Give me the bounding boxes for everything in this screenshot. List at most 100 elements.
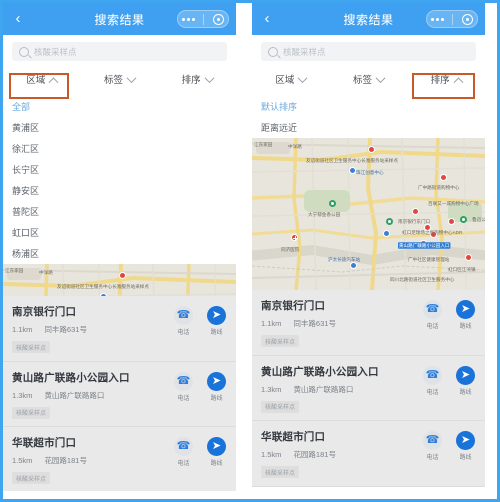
left-screenshot: ‹ 搜索结果 核酸采样点 区域 标签 排序 全部 黄浦区 徐汇区 长宁区 静安区… [3,3,236,491]
filter-area[interactable]: 区域 [252,66,330,92]
filter-sort[interactable]: 排序 [158,66,236,92]
right-screenshot: ‹ 搜索结果 核酸采样点 区域 标签 排序 默认排序 距离远近 江东家园 中洋路… [252,3,485,491]
call-label: 电话 [177,395,190,402]
area-option[interactable]: 静安区 [3,180,236,201]
area-option-label: 虹口区 [12,228,40,238]
filter-area[interactable]: 区域 [3,66,81,92]
filter-area-label: 区域 [275,75,295,86]
result-address: 花园路181号 [44,456,87,465]
result-item[interactable]: 华联超市门口 1.5km 花园路181号 核酸采样点 ☎ 电话 ➤ 路线 [3,427,236,491]
result-item[interactable]: 南京银行门口 1.1km 同丰路631号 核酸采样点 ☎ 电话 ➤ 路线 [3,296,236,362]
target-circle-icon[interactable] [461,13,473,25]
call-button[interactable]: ☎ 电话 [174,306,193,336]
route-button[interactable]: ➤ 路线 [456,365,475,396]
more-dots-icon[interactable] [182,17,196,21]
result-actions: ☎ 电话 ➤ 路线 [174,371,226,402]
map-poi-marker[interactable] [119,272,126,279]
panel-pair: ‹ 搜索结果 核酸采样点 区域 标签 排序 全部 黄浦区 徐汇区 长宁区 静安区… [3,3,497,497]
route-button[interactable]: ➤ 路线 [207,371,226,402]
route-icon: ➤ [207,306,226,325]
mini-program-capsule[interactable] [426,10,478,28]
result-list-left: 南京银行门口 1.1km 同丰路631号 核酸采样点 ☎ 电话 ➤ 路线 黄山路广联路小公园入口… [3,296,236,491]
filter-tag[interactable]: 标签 [81,66,159,92]
route-button[interactable]: ➤ 路线 [456,300,475,330]
area-option-label: 徐汇区 [12,144,40,154]
map-poi-marker[interactable] [349,167,356,174]
result-tag-badge: 核酸采样点 [261,400,300,413]
search-icon [268,46,278,57]
area-option[interactable]: 全部 [3,96,236,117]
result-actions: ☎ 电话 ➤ 路线 [174,306,226,336]
area-option[interactable]: 普陀区 [3,201,236,222]
back-icon[interactable]: ‹ [260,11,274,26]
result-item[interactable]: 南京银行门口 1.1km 同丰路631号 核酸采样点 ☎ 电话 ➤ 路线 [252,290,485,356]
sort-option[interactable]: 默认排序 [252,96,485,117]
search-input[interactable]: 核酸采样点 [12,42,227,61]
filter-area-label: 区域 [26,75,46,86]
map-view-right[interactable]: 江东家园 中洋路 友谊街道社区卫生服务中心长潍服务站采样点 珠江创意中心 广中路街道购物… [252,138,485,290]
map-poi-marker[interactable] [412,208,419,215]
route-label: 路线 [210,395,223,402]
search-input[interactable]: 核酸采样点 [261,42,476,61]
map-poi-marker[interactable] [329,200,336,207]
result-item[interactable]: 黄山路广联路小公园入口 1.3km 黄山路广联路路口 核酸采样点 ☎ 电话 ➤ 路线 [252,355,485,421]
phone-icon: ☎ [174,306,193,325]
result-actions: ☎ 电话 ➤ 路线 [423,300,475,330]
phone-icon: ☎ [423,431,442,450]
route-icon: ➤ [207,437,226,456]
result-item[interactable]: 华联超市门口 1.5km 花园路181号 核酸采样点 ☎ 电话 ➤ 路线 [252,421,485,487]
map-strip-left[interactable]: 江东家园中洋路友谊街道社区卫生服务中心长潍服务站采样点珠江创意中心广中路街道购物… [3,264,236,296]
result-actions: ☎ 电话 ➤ 路线 [423,431,475,461]
area-option[interactable]: 杨浦区 [3,243,236,264]
back-icon[interactable]: ‹ [11,11,25,26]
mini-program-capsule[interactable] [177,10,229,28]
map-poi-marker[interactable] [350,262,357,269]
call-button[interactable]: ☎ 电话 [174,371,193,402]
area-option[interactable]: 虹口区 [3,222,236,243]
map-poi-label: 虹口区江湾镇 [448,267,476,273]
search-icon [19,46,29,57]
map-poi-label: 广中路街道购物中心 [418,185,460,191]
call-button[interactable]: ☎ 电话 [174,437,193,467]
map-poi-marker[interactable] [368,146,375,153]
map-poi-marker[interactable] [383,230,390,237]
filter-tag-label: 标签 [353,75,373,86]
route-button[interactable]: ➤ 路线 [207,437,226,467]
area-option[interactable]: 黄浦区 [3,117,236,138]
area-option-label: 黄浦区 [12,123,40,133]
chevron-up-icon [48,76,59,87]
filter-tag[interactable]: 标签 [330,66,408,92]
result-item[interactable]: 黄山路广联路小公园入口 1.3km 黄山路广联路路口 核酸采样点 ☎ 电话 ➤ 路线 [3,361,236,427]
map-poi-marker[interactable] [386,218,393,225]
map-poi-marker[interactable] [465,254,472,261]
map-poi-marker[interactable] [448,218,455,225]
target-circle-icon[interactable] [212,13,224,25]
nav-bar-right: ‹ 搜索结果 [252,3,485,35]
map-poi-label: 友谊街道社区卫生服务中心长潍服务站采样点 [306,158,399,164]
map-poi-label: 黄山路广联路小公园入口 [398,242,451,249]
page-title: 搜索结果 [343,12,394,27]
result-address: 同丰路631号 [293,319,336,328]
area-option[interactable]: 徐汇区 [3,138,236,159]
more-dots-icon[interactable] [431,17,445,21]
map-poi-marker[interactable] [291,234,298,241]
area-option-label: 长宁区 [12,165,40,175]
chevron-down-icon [297,72,308,83]
filter-sort-label: 排序 [430,75,450,86]
map-poi-label: 沪太长途汽车站 [328,257,361,263]
area-option-label: 静安区 [12,186,40,196]
sort-option[interactable]: 距离远近 [252,117,485,138]
result-distance: 1.5km [12,456,33,465]
route-button[interactable]: ➤ 路线 [207,306,226,336]
result-actions: ☎ 电话 ➤ 路线 [423,365,475,396]
area-option[interactable]: 长宁区 [3,159,236,180]
filter-sort[interactable]: 排序 [407,66,485,92]
route-button[interactable]: ➤ 路线 [456,431,475,461]
call-button[interactable]: ☎ 电话 [423,431,442,461]
call-button[interactable]: ☎ 电话 [423,365,442,396]
result-tag-badge: 核酸采样点 [261,335,300,347]
result-address: 黄山路广联路路口 [293,384,354,394]
map-poi-marker[interactable] [460,216,467,223]
call-button[interactable]: ☎ 电话 [423,300,442,330]
map-poi-marker[interactable] [440,174,447,181]
